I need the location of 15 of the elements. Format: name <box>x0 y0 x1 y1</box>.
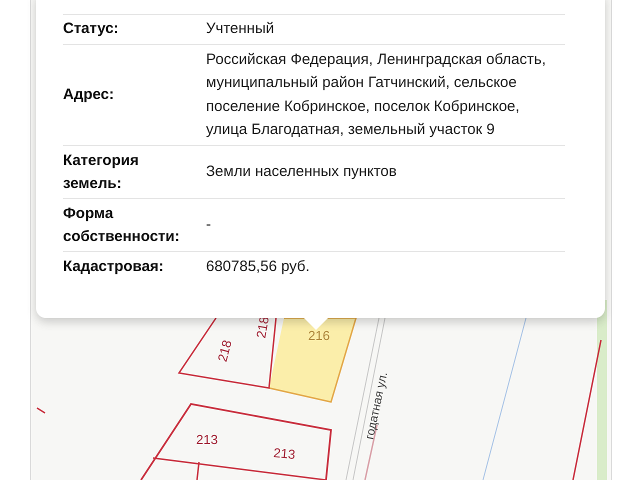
street-name: годатная ул. <box>362 370 390 441</box>
field-label: Категория земель: <box>63 150 140 194</box>
parcel-number: 216 <box>308 328 330 343</box>
field-value: Учтенный <box>206 19 276 39</box>
field-value: Земли населенных пунктов <box>206 162 398 182</box>
field-label: Адрес: <box>63 85 115 105</box>
field-label: Форма собственности: <box>63 204 181 246</box>
field-value: 680785,56 руб. <box>206 256 311 276</box>
parcel-number: 213 <box>272 445 296 462</box>
field-label: Кадастровая: <box>63 256 165 277</box>
field-value: Российская Федерация, Ленинградская область, муниципальный район Гатчинский, сельское поселение Кобринское, поселок Кобринское, улица Благодатная, земельный участок 9 <box>206 50 547 140</box>
field-value: - <box>206 214 212 235</box>
parcel-number: 213 <box>196 432 218 447</box>
field-label: Статус: <box>63 19 120 40</box>
parcel-number: 218 <box>214 338 235 364</box>
